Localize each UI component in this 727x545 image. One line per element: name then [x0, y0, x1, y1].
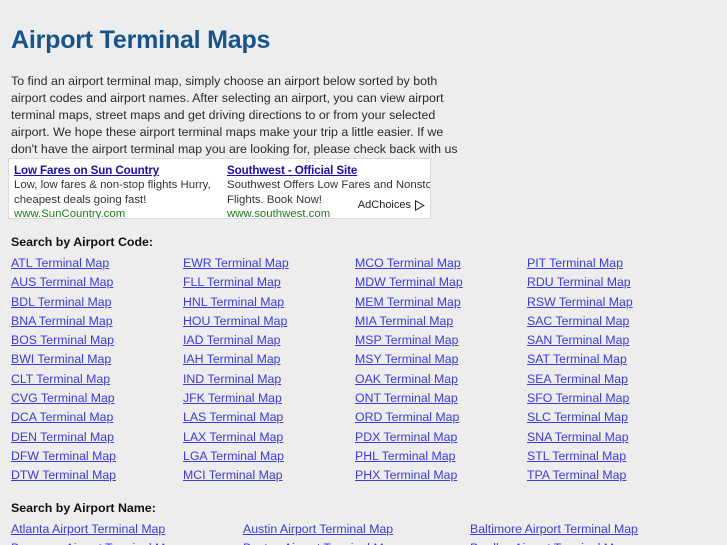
airport-code-link[interactable]: MIA Terminal Map [355, 312, 525, 331]
airport-code-link[interactable]: SAC Terminal Map [527, 312, 697, 331]
code-column-3: MCO Terminal Map MDW Terminal Map MEM Te… [355, 254, 525, 486]
airport-code-link[interactable]: DFW Terminal Map [11, 447, 181, 466]
airport-code-link[interactable]: TPA Terminal Map [527, 466, 697, 485]
airport-code-link[interactable]: MDW Terminal Map [355, 273, 525, 292]
airport-code-link[interactable]: LGA Terminal Map [183, 447, 353, 466]
airport-code-link[interactable]: PIT Terminal Map [527, 254, 697, 273]
adchoices-button[interactable]: AdChoices [358, 199, 425, 212]
ad-unit-sun-country[interactable]: Low Fares on Sun Country Low, low fares … [14, 163, 219, 219]
airport-code-link[interactable]: PDX Terminal Map [355, 428, 525, 447]
ad-title-link[interactable]: Southwest - Official Site [227, 163, 430, 178]
airport-code-link[interactable]: CLT Terminal Map [11, 370, 181, 389]
airport-code-link[interactable]: DTW Terminal Map [11, 466, 181, 485]
airport-code-link[interactable]: PHL Terminal Map [355, 447, 525, 466]
section-heading-names: Search by Airport Name: [11, 501, 156, 515]
airport-code-link[interactable]: DCA Terminal Map [11, 408, 181, 427]
airport-code-link[interactable]: SAN Terminal Map [527, 331, 697, 350]
airport-code-link[interactable]: MSP Terminal Map [355, 331, 525, 350]
airport-code-link[interactable]: BNA Terminal Map [11, 312, 181, 331]
code-column-1: ATL Terminal Map AUS Terminal Map BDL Te… [11, 254, 181, 486]
airport-code-link[interactable]: SFO Terminal Map [527, 389, 697, 408]
airport-code-link[interactable]: SAT Terminal Map [527, 350, 697, 369]
airport-code-link[interactable]: RSW Terminal Map [527, 293, 697, 312]
airport-code-link[interactable]: HNL Terminal Map [183, 293, 353, 312]
airport-code-link[interactable]: EWR Terminal Map [183, 254, 353, 273]
airport-code-link[interactable]: IAD Terminal Map [183, 331, 353, 350]
name-column-2: Austin Airport Terminal Map Boston Airpo… [243, 520, 469, 545]
airport-code-link[interactable]: RDU Terminal Map [527, 273, 697, 292]
page-root: Airport Terminal Maps To find an airport… [0, 0, 727, 545]
airport-name-link[interactable]: Baltimore Airport Terminal Map [470, 520, 696, 539]
airport-name-link[interactable]: Atlanta Airport Terminal Map [11, 520, 237, 539]
ad-description-line-2: cheapest deals going fast! [14, 193, 147, 206]
airport-code-link[interactable]: LAX Terminal Map [183, 428, 353, 447]
code-column-2: EWR Terminal Map FLL Terminal Map HNL Te… [183, 254, 353, 486]
airport-code-link[interactable]: OAK Terminal Map [355, 370, 525, 389]
name-column-3: Baltimore Airport Terminal Map Bradley A… [470, 520, 696, 545]
airport-code-link[interactable]: SEA Terminal Map [527, 370, 697, 389]
code-column-4: PIT Terminal Map RDU Terminal Map RSW Te… [527, 254, 697, 486]
ad-description-line-1: Low, low fares & non-stop flights Hurry, [14, 179, 211, 191]
airport-code-link[interactable]: BWI Terminal Map [11, 350, 181, 369]
airport-code-link[interactable]: PHX Terminal Map [355, 466, 525, 485]
ad-block: Low Fares on Sun Country Low, low fares … [8, 158, 431, 219]
section-heading-codes: Search by Airport Code: [11, 235, 154, 249]
airport-code-link[interactable]: HOU Terminal Map [183, 312, 353, 331]
ad-title-link[interactable]: Low Fares on Sun Country [14, 163, 219, 178]
airport-name-link[interactable]: Bradley Airport Terminal Map [470, 539, 696, 545]
airport-code-link[interactable]: BOS Terminal Map [11, 331, 181, 350]
airport-code-link[interactable]: BDL Terminal Map [11, 293, 181, 312]
airport-code-link[interactable]: STL Terminal Map [527, 447, 697, 466]
ad-description-line-1: Southwest Offers Low Fares and Nonstop [227, 179, 431, 191]
airport-code-link[interactable]: MEM Terminal Map [355, 293, 525, 312]
airport-code-link[interactable]: ONT Terminal Map [355, 389, 525, 408]
airport-name-link[interactable]: Boston Airport Terminal Map [243, 539, 469, 545]
airport-code-link[interactable]: SLC Terminal Map [527, 408, 697, 427]
airport-code-link[interactable]: MCO Terminal Map [355, 254, 525, 273]
ad-display-url: www.SunCountry.com [14, 208, 126, 219]
airport-code-link[interactable]: DEN Terminal Map [11, 428, 181, 447]
adchoices-label: AdChoices [357, 199, 411, 211]
airport-code-link[interactable]: ORD Terminal Map [355, 408, 525, 427]
airport-name-link[interactable]: Bozeman Airport Terminal Map [11, 539, 237, 545]
airport-code-link[interactable]: CVG Terminal Map [11, 389, 181, 408]
airport-code-link[interactable]: IND Terminal Map [183, 370, 353, 389]
name-column-1: Atlanta Airport Terminal Map Bozeman Air… [11, 520, 237, 545]
airport-code-link[interactable]: FLL Terminal Map [183, 273, 353, 292]
airport-code-link[interactable]: IAH Terminal Map [183, 350, 353, 369]
airport-code-link[interactable]: MSY Terminal Map [355, 350, 525, 369]
airport-code-link[interactable]: MCI Terminal Map [183, 466, 353, 485]
page-title: Airport Terminal Maps [11, 25, 271, 54]
airport-code-link[interactable]: AUS Terminal Map [11, 273, 181, 292]
airport-code-link[interactable]: SNA Terminal Map [527, 428, 697, 447]
airport-code-link[interactable]: ATL Terminal Map [11, 254, 181, 273]
adchoices-triangle-icon[interactable] [414, 200, 425, 211]
airport-code-link[interactable]: JFK Terminal Map [183, 389, 353, 408]
airport-name-link[interactable]: Austin Airport Terminal Map [243, 520, 469, 539]
airport-code-link[interactable]: LAS Terminal Map [183, 408, 353, 427]
